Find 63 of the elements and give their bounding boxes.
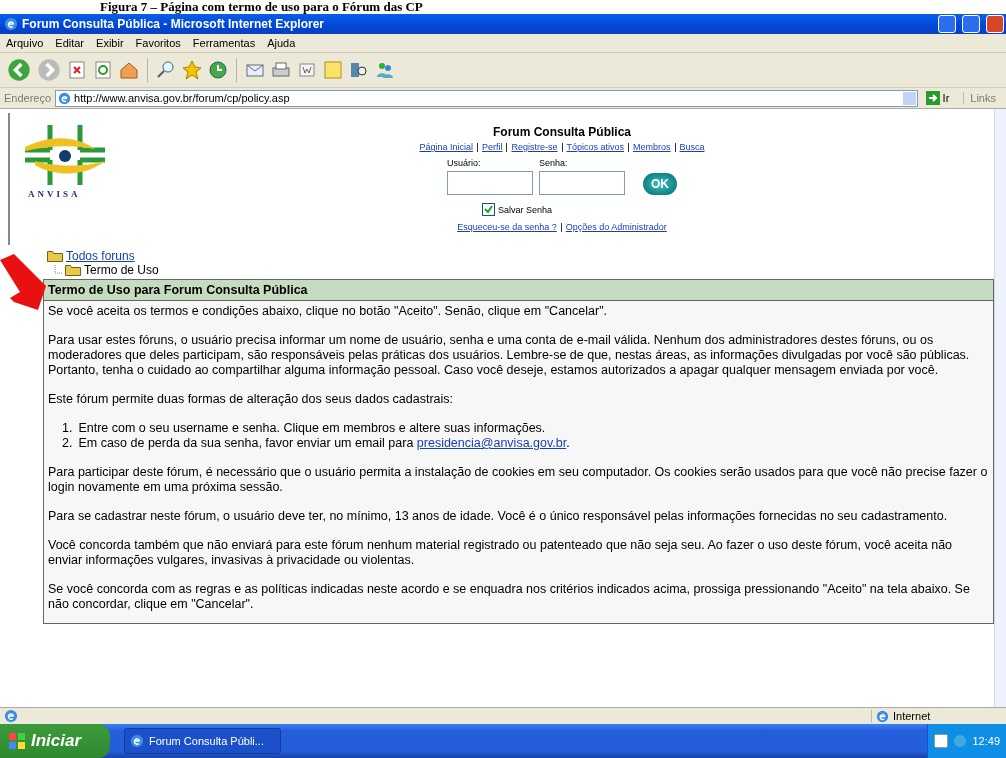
star-icon[interactable] — [181, 59, 203, 81]
figure-caption: Figura 7 – Página com termo de uso para o Fórum das CP — [100, 0, 423, 13]
save-password-label: Salvar Senha — [497, 204, 552, 215]
address-label: Endereço — [4, 92, 52, 104]
save-password-checkbox[interactable] — [481, 203, 495, 217]
list-item: Em caso de perda da sua senha, favor enviar um email para presidencia@anvisa.gov.br. — [78, 436, 570, 451]
list-item: Entre com o seu username e senha. Clique em membros e altere suas informações. — [78, 421, 546, 436]
go-button[interactable]: Ir — [921, 91, 960, 105]
back-icon[interactable] — [6, 57, 32, 83]
breadcrumb-current: Termo de Uso — [84, 263, 159, 277]
address-field[interactable]: http://www.anvisa.gov.br/forum/cp/policy.asp — [55, 89, 918, 107]
terms-paragraph: Para participar deste fórum, é necessário que o usuário permita a instalação de cookies em seu computador. Os cookies serão usados para que você não precise fazer o login novamente em uma próxima sessão. — [48, 465, 988, 494]
password-label: Senha: — [539, 158, 569, 169]
account-link[interactable]: Opções do Administrador — [565, 222, 667, 233]
email-link[interactable]: presidencia@anvisa.gov.br — [416, 436, 567, 450]
windows-logo-icon — [8, 732, 26, 750]
list-number: 2. — [62, 436, 73, 451]
nav-link[interactable]: Tópicos ativos — [566, 142, 625, 152]
logo-text: ANVISA — [27, 189, 82, 199]
maximize-button[interactable] — [962, 15, 980, 33]
nav-link[interactable]: Perfil — [481, 142, 503, 152]
minimize-button[interactable] — [938, 15, 956, 33]
menu-item[interactable]: Exibir — [90, 37, 130, 49]
terms-paragraph: Você concorda também que não enviará para este fórum nenhum material registrado ou patenteado que não seja seu. Ao fazer o uso deste fórum, você aceita não enviar informações vulgares, invasivas à privacidade ou violentas. — [48, 538, 953, 567]
history-icon[interactable] — [207, 59, 229, 81]
folder-icon — [64, 263, 82, 277]
window-title: Forum Consulta Pública - Microsoft Internet Explorer — [22, 17, 326, 31]
clock: 12:49 — [972, 735, 1000, 747]
forum-title: Forum Consulta Pública — [493, 125, 631, 139]
nav-link[interactable]: Página Inicial — [419, 142, 473, 152]
menu-item[interactable]: Editar — [49, 37, 91, 49]
username-label: Usuário: — [447, 158, 482, 169]
arrow-icon — [0, 254, 46, 310]
zone-label: Internet — [893, 710, 931, 722]
terms-paragraph: Para usar estes fóruns, o usuário precisa informar um nome de usuário, senha e uma conta de e-mail válida. Nenhum dos administradores destes fóruns, ou os moderadores que deles participam, são responsáveis pelas práticas dos usuários. Lembre-se de que, nestas áreas, as informações divulgadas por você são públicas. Portanto, tenha o cuidado ao compartilhar alguma informação pessoal. Caso você deseje, estamos autorizados a apagar qualquer mensagem enviada por você. — [48, 333, 970, 377]
close-button[interactable] — [986, 15, 1004, 33]
links-button[interactable]: Links — [963, 92, 1002, 104]
menu-item[interactable]: Ferramentas — [186, 37, 262, 49]
start-button[interactable]: Iniciar — [0, 724, 110, 758]
refresh-icon[interactable] — [92, 59, 114, 81]
nav-link[interactable]: Membros — [633, 142, 671, 152]
username-field[interactable] — [447, 171, 533, 196]
menu-item[interactable]: Arquivo — [0, 37, 50, 49]
nav-link[interactable]: Registre-se — [511, 142, 558, 152]
nav-link[interactable]: Busca — [679, 142, 705, 152]
browser-icon — [4, 17, 18, 31]
tree-line-icon — [54, 265, 62, 275]
terms-paragraph: Se você aceita os termos e condições abaixo, clique no botão "Aceito". Senão, clique em "Cancelar". — [48, 304, 608, 318]
terms-paragraph: Se você concorda com as regras e as políticas indicadas neste acordo e se enquadra nos critérios indicados acima, prossiga pressionando "Aceito" na tela abaixo. Se não concordar, clique em "Cancelar". — [48, 582, 970, 611]
terms-paragraph: Este fórum permite duas formas de alteração dos seus dados cadastrais: — [48, 392, 454, 406]
list-number: 1. — [62, 421, 73, 436]
terms-title: Termo de Uso para Forum Consulta Pública — [44, 280, 993, 301]
menu-item[interactable]: Favoritos — [129, 37, 187, 49]
menu-item[interactable]: Ajuda — [261, 37, 302, 49]
taskbar-button[interactable]: Forum Consulta Públi... — [124, 728, 281, 754]
password-field[interactable] — [539, 171, 625, 196]
browser-icon — [130, 734, 144, 748]
terms-paragraph: Para se cadastrar neste fórum, o usuário deve ter, no mínimo, 13 anos de idade. Você é o único responsável pelas informações fornecidas no seu cadastramento. — [48, 509, 948, 523]
scrollbar[interactable] — [994, 109, 1006, 707]
folder-icon — [46, 249, 64, 263]
account-link[interactable]: Esqueceu-se da senha ? — [457, 222, 557, 233]
stop-icon[interactable] — [66, 59, 88, 81]
breadcrumb-link[interactable]: Todos foruns — [66, 249, 135, 263]
